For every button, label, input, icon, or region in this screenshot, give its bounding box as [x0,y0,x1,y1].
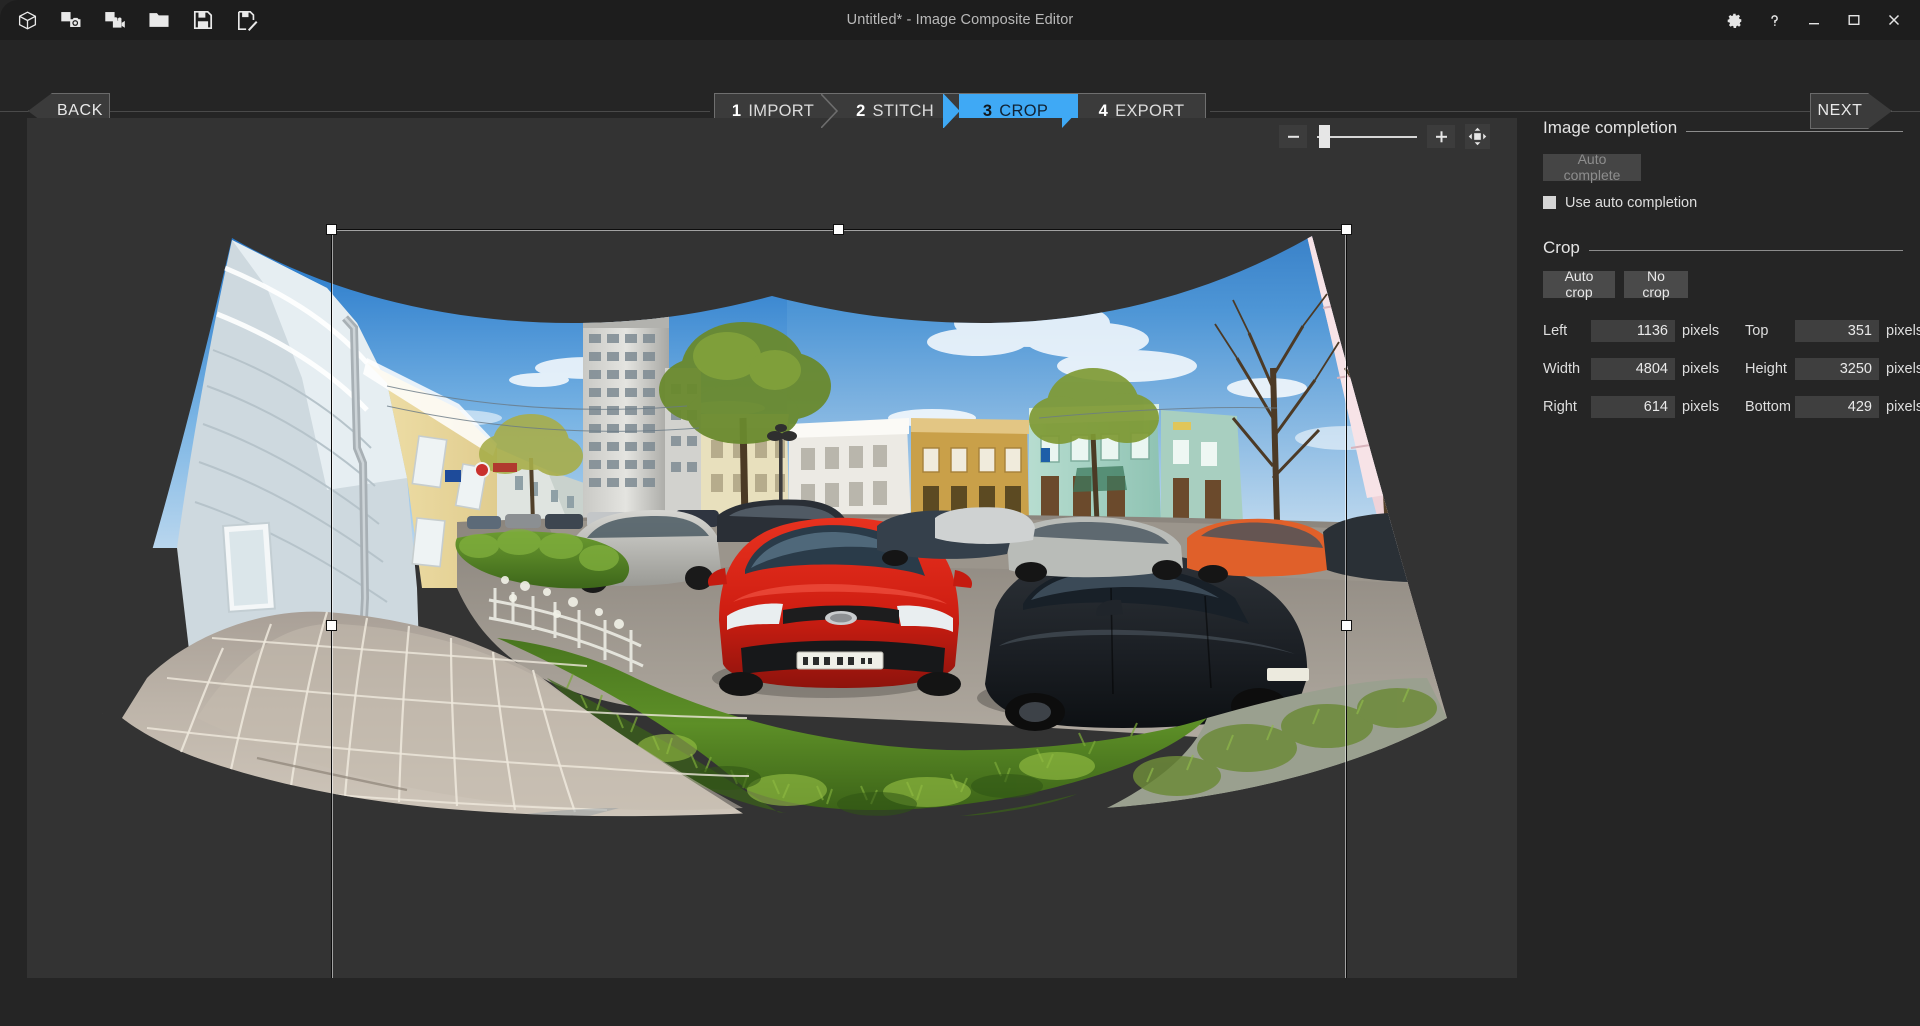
crop-top-label: Top [1745,322,1769,339]
crop-bottom-label: Bottom [1745,398,1791,415]
zoom-in-button[interactable] [1427,125,1455,148]
crop-width-input[interactable] [1591,357,1675,380]
image-completion-title: Image completion [1543,118,1678,137]
save-as-icon[interactable] [230,3,264,37]
save-icon[interactable] [186,3,220,37]
main-toolbar [10,0,264,40]
zoom-slider[interactable] [1317,125,1417,148]
use-auto-completion-label: Use auto completion [1565,194,1698,211]
crop-left-label: Left [1543,322,1568,339]
section-rule [1588,250,1903,251]
crop-bottom-unit: pixels [1886,398,1920,415]
crop-right-input[interactable] [1591,395,1675,418]
crop-section-header: Crop [1543,238,1903,258]
close-icon[interactable] [1876,3,1912,37]
auto-complete-button[interactable]: Auto complete [1543,151,1641,183]
new-from-images-icon[interactable] [54,3,88,37]
open-icon[interactable] [142,3,176,37]
fit-to-window-button[interactable] [1465,124,1490,149]
crop-top-input[interactable] [1795,319,1879,342]
crop-left-input[interactable] [1591,319,1675,342]
crop-right-unit: pixels [1682,398,1720,415]
new-from-video-icon[interactable] [98,3,132,37]
crop-action-buttons: Auto crop No crop [1543,268,1903,300]
no-crop-button[interactable]: No crop [1624,268,1688,300]
crop-right-label: Right [1543,398,1577,415]
crop-height-input[interactable] [1795,357,1879,380]
nav-rule-right-mid [1210,111,1810,112]
crop-height-label: Height [1745,360,1787,377]
section-rule [1686,130,1903,132]
stitched-panorama-image [102,236,1447,817]
nav-rule-left [0,111,28,112]
use-auto-completion-row[interactable]: Use auto completion [1543,195,1903,211]
wizard-navigation: BACK 1 IMPORT 2 STITCH 3 CROP 4 EXPORT N… [0,40,1920,129]
title-bar: Untitled* - Image Composite Editor [0,0,1920,40]
zoom-slider-track [1317,136,1417,138]
crop-width-unit: pixels [1682,360,1720,377]
zoom-controls [1279,124,1490,149]
crop-title: Crop [1543,237,1580,257]
crop-top-unit: pixels [1886,322,1920,339]
window-controls [1716,0,1912,40]
image-completion-section-header: Image completion [1543,118,1903,138]
crop-height-unit: pixels [1886,360,1920,377]
new-panorama-icon[interactable] [10,3,44,37]
crop-width-label: Width [1543,360,1581,377]
panorama-canvas[interactable] [27,118,1517,978]
nav-rule-right [1890,111,1920,112]
crop-value-fields: Left pixels Top pixels Width pixels Heig… [1543,319,1920,418]
maximize-icon[interactable] [1836,3,1872,37]
help-icon[interactable] [1756,3,1792,37]
crop-bottom-input[interactable] [1795,395,1879,418]
zoom-slider-thumb[interactable] [1319,125,1330,148]
fit-to-window-icon [1468,127,1487,146]
auto-crop-button[interactable]: Auto crop [1543,268,1615,300]
crop-section: Crop Auto crop No crop Left pixels Top p… [1543,238,1920,418]
window-title: Untitled* - Image Composite Editor [846,12,1074,28]
right-settings-panel: Image completion Auto complete Use auto … [1543,118,1920,978]
zoom-out-button[interactable] [1279,125,1307,148]
use-auto-completion-checkbox[interactable] [1543,196,1556,209]
settings-icon[interactable] [1716,3,1752,37]
crop-left-unit: pixels [1682,322,1720,339]
nav-rule-left-mid [110,111,710,112]
minimize-icon[interactable] [1796,3,1832,37]
